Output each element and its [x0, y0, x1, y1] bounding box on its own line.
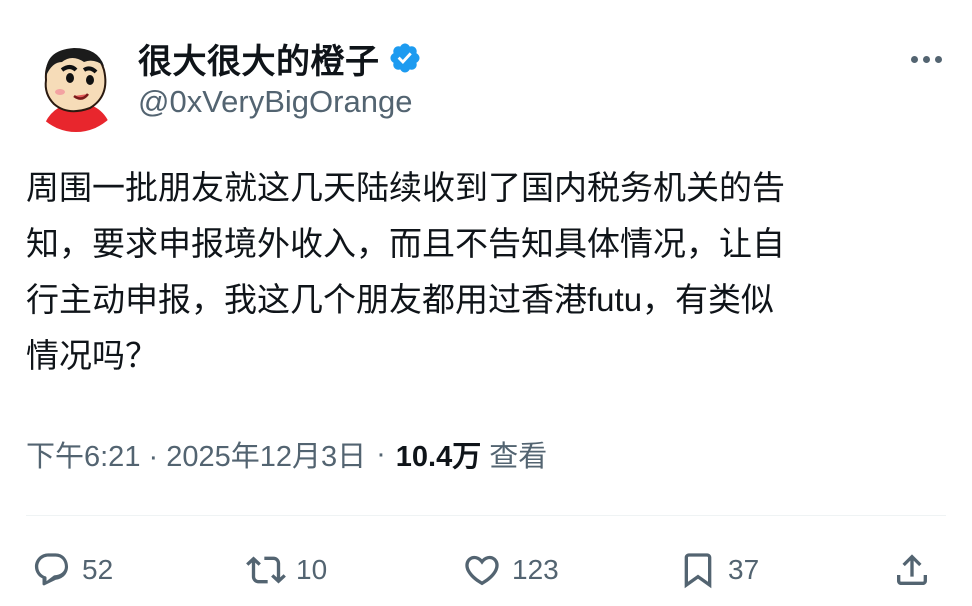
- like-button[interactable]: 123: [462, 540, 559, 600]
- author-name-row: 很大很大的橙子: [138, 34, 422, 83]
- retweet-count: 10: [296, 554, 328, 585]
- bookmark-count: 37: [728, 554, 760, 585]
- share-button[interactable]: [892, 540, 932, 600]
- tweet-text: 周围一批朋友就这几天陆续收到了国内税务机关的告 知，要求申报境外收入，而且不告知…: [26, 169, 785, 374]
- more-options-button[interactable]: [906, 44, 946, 74]
- heart-icon: [465, 555, 499, 586]
- retweet-icon: [246, 556, 286, 584]
- retweet-button[interactable]: 10: [246, 540, 327, 600]
- reply-icon: [34, 553, 69, 586]
- like-count: 123: [512, 554, 559, 585]
- views-count: 10.4万: [395, 441, 482, 473]
- more-dot-icon: [922, 55, 930, 63]
- more-dot-icon: [910, 55, 918, 63]
- reply-count: 52: [82, 554, 114, 585]
- views-label: 查看: [489, 441, 548, 473]
- meta-separator: ·: [376, 437, 386, 470]
- reply-button[interactable]: 52: [32, 540, 113, 600]
- author-handle[interactable]: @0xVeryBigOrange: [138, 84, 412, 120]
- share-icon: [897, 554, 927, 585]
- action-bar: 52 10 123 37: [0, 540, 972, 600]
- divider: [26, 515, 946, 516]
- tweet-meta: 下午6:21 · 2025年12月3日 · 10.4万 查看: [26, 432, 547, 476]
- verified-badge-icon: [388, 41, 422, 75]
- more-dot-icon: [934, 55, 942, 63]
- tweet-timestamp[interactable]: 下午6:21 · 2025年12月3日: [26, 433, 366, 475]
- author-display-name[interactable]: 很大很大的橙子: [138, 34, 380, 83]
- avatar[interactable]: [28, 36, 124, 132]
- bookmark-icon: [684, 553, 712, 589]
- bookmark-button[interactable]: 37: [678, 540, 759, 600]
- avatar-image: [28, 36, 124, 132]
